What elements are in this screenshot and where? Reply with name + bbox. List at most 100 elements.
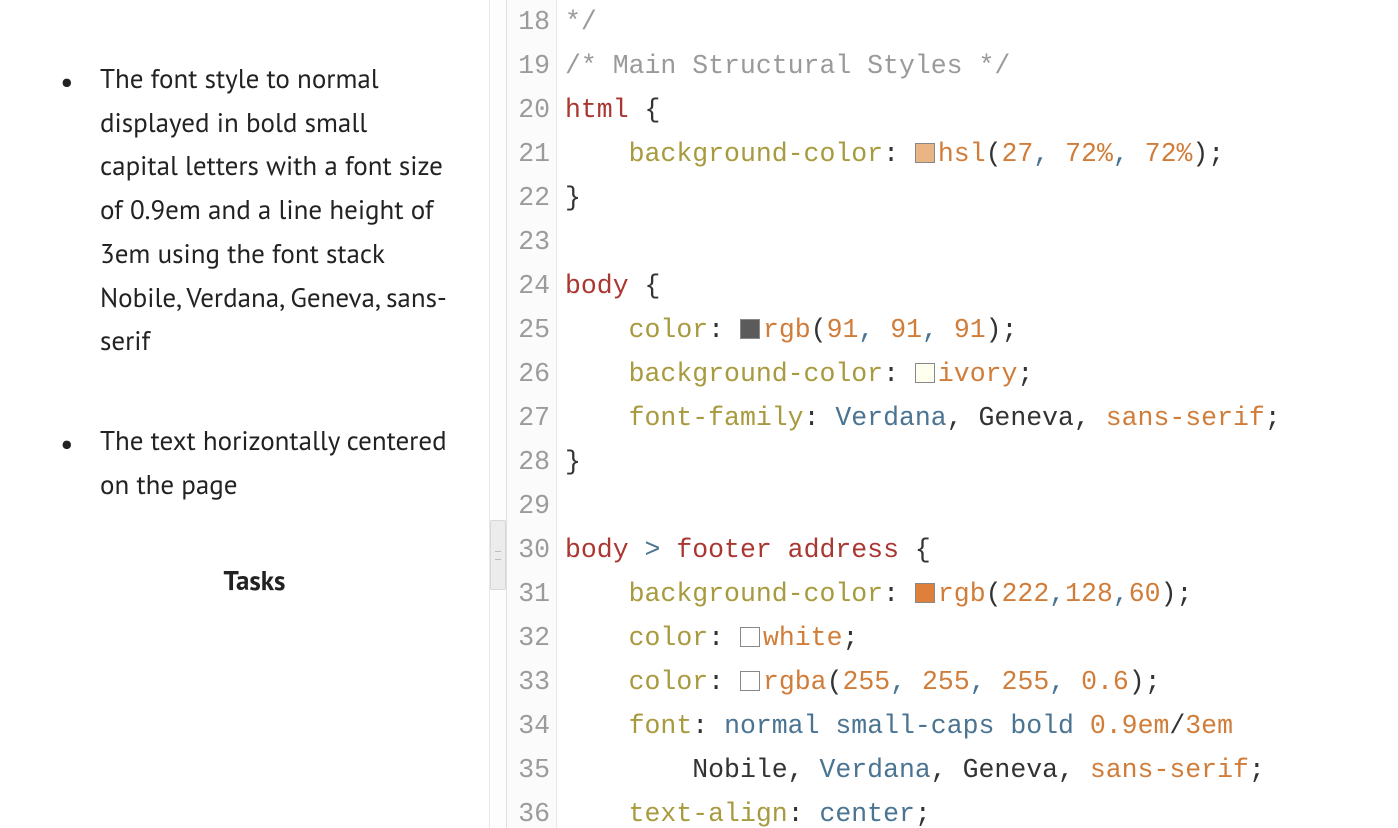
line-number: 31	[507, 572, 556, 616]
color-swatch-icon[interactable]	[915, 363, 935, 383]
code-token	[565, 667, 629, 697]
code-line[interactable]: html {	[565, 88, 1398, 132]
code-line[interactable]: }	[565, 440, 1398, 484]
code-token: Geneva	[963, 755, 1058, 785]
code-token: small-caps	[835, 711, 994, 741]
code-area[interactable]: */ /* Main Structural Styles */html { bac…	[557, 0, 1398, 828]
code-token: 60	[1129, 579, 1161, 609]
code-token: 91	[890, 315, 922, 345]
code-editor[interactable]: 18192021222324252627282930313233343536 *…	[507, 0, 1398, 828]
code-line[interactable]: background-color: rgb(222,128,60);	[565, 572, 1398, 616]
line-number: 22	[507, 176, 556, 220]
code-token: 255	[922, 667, 970, 697]
code-token: )	[986, 315, 1002, 345]
line-number: 27	[507, 396, 556, 440]
code-token: (	[986, 139, 1002, 169]
code-token: center	[819, 799, 914, 828]
code-token: ,	[1033, 139, 1065, 169]
code-token: ;	[1208, 139, 1224, 169]
code-line[interactable]: color: rgba(255, 255, 255, 0.6);	[565, 660, 1398, 704]
code-token	[772, 535, 788, 565]
line-number: 19	[507, 44, 556, 88]
code-token: rgb	[763, 315, 811, 345]
line-number: 29	[507, 484, 556, 528]
code-token: :	[788, 799, 820, 828]
code-token: ;	[1249, 755, 1265, 785]
code-line[interactable]: font: normal small-caps bold 0.9em/3em	[565, 704, 1398, 748]
code-token: ,	[1058, 755, 1090, 785]
code-token: :	[708, 315, 740, 345]
code-line[interactable]: /* Main Structural Styles */	[565, 44, 1398, 88]
code-line[interactable]: }	[565, 176, 1398, 220]
line-number: 21	[507, 132, 556, 176]
instructions-panel: The font style to normal displayed in bo…	[0, 0, 489, 828]
code-token: background-color	[629, 579, 883, 609]
code-token	[819, 711, 835, 741]
line-number: 34	[507, 704, 556, 748]
code-line[interactable]: Nobile, Verdana, Geneva, sans-serif;	[565, 748, 1398, 792]
code-token: ;	[1265, 403, 1281, 433]
code-token: address	[788, 535, 899, 565]
code-token: ,	[922, 315, 954, 345]
code-line[interactable]: background-color: hsl(27, 72%, 72%);	[565, 132, 1398, 176]
line-number: 18	[507, 0, 556, 44]
code-token: }	[565, 183, 581, 213]
code-token	[565, 623, 629, 653]
code-token: ;	[1176, 579, 1192, 609]
code-token	[1074, 711, 1090, 741]
code-line[interactable]: */	[565, 0, 1398, 44]
code-token: normal	[724, 711, 819, 741]
color-swatch-icon[interactable]	[915, 583, 935, 603]
code-token: ;	[1145, 667, 1161, 697]
code-token	[660, 535, 676, 565]
code-token: ,	[1113, 139, 1145, 169]
code-token: 27	[1002, 139, 1034, 169]
code-token: text-align	[629, 799, 788, 828]
code-token: 255	[842, 667, 890, 697]
code-token: 0.9em	[1090, 711, 1170, 741]
code-line[interactable]: text-align: center;	[565, 792, 1398, 828]
code-token: /	[1169, 711, 1185, 741]
line-number: 35	[507, 748, 556, 792]
code-token	[565, 711, 629, 741]
code-token: color	[629, 667, 709, 697]
code-token: Verdana	[835, 403, 946, 433]
code-token	[994, 711, 1010, 741]
color-swatch-icon[interactable]	[740, 671, 760, 691]
code-token	[629, 271, 645, 301]
code-line[interactable]: color: rgb(91, 91, 91);	[565, 308, 1398, 352]
color-swatch-icon[interactable]	[740, 319, 760, 339]
code-token: ivory	[938, 359, 1018, 389]
code-token: */	[565, 7, 597, 37]
code-line[interactable]: font-family: Verdana, Geneva, sans-serif…	[565, 396, 1398, 440]
code-line[interactable]: background-color: ivory;	[565, 352, 1398, 396]
code-token	[629, 95, 645, 125]
code-line[interactable]: color: white;	[565, 616, 1398, 660]
code-token: 255	[1002, 667, 1050, 697]
code-token: :	[804, 403, 836, 433]
code-token: ,	[1049, 579, 1065, 609]
code-token: bold	[1010, 711, 1074, 741]
code-line[interactable]	[565, 484, 1398, 528]
code-token	[565, 755, 692, 785]
code-token	[899, 535, 915, 565]
code-token: ,	[947, 403, 979, 433]
code-token: html	[565, 95, 629, 125]
code-token: 222	[1002, 579, 1050, 609]
line-number: 30	[507, 528, 556, 572]
color-swatch-icon[interactable]	[740, 627, 760, 647]
code-token: (	[827, 667, 843, 697]
code-token	[629, 535, 645, 565]
line-number: 33	[507, 660, 556, 704]
color-swatch-icon[interactable]	[915, 143, 935, 163]
code-token: sans-serif	[1090, 755, 1249, 785]
drag-handle-icon[interactable]	[490, 520, 506, 590]
code-line[interactable]: body > footer address {	[565, 528, 1398, 572]
code-line[interactable]	[565, 220, 1398, 264]
code-token: :	[883, 579, 915, 609]
code-line[interactable]: body {	[565, 264, 1398, 308]
code-token: 91	[954, 315, 986, 345]
code-token: ,	[970, 667, 1002, 697]
panel-resizer[interactable]	[489, 0, 507, 828]
code-token	[565, 139, 629, 169]
